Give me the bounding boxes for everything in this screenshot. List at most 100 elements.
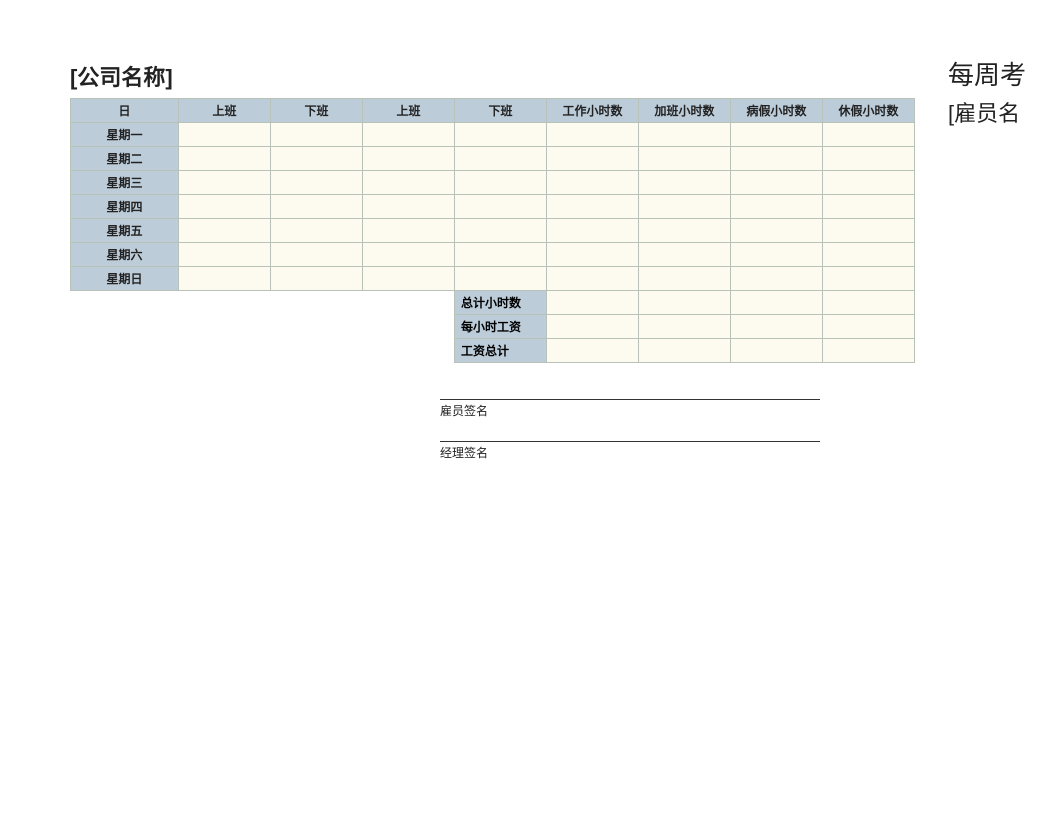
cell[interactable] xyxy=(823,243,915,267)
cell[interactable] xyxy=(271,195,363,219)
total-hours-cell[interactable] xyxy=(639,291,731,315)
hourly-wage-cell[interactable] xyxy=(731,315,823,339)
cell[interactable] xyxy=(639,195,731,219)
total-wage-cell[interactable] xyxy=(639,339,731,363)
day-label: 星期一 xyxy=(71,123,179,147)
cell[interactable] xyxy=(455,267,547,291)
cell[interactable] xyxy=(363,267,455,291)
cell[interactable] xyxy=(731,123,823,147)
total-wage-cell[interactable] xyxy=(731,339,823,363)
cell[interactable] xyxy=(547,219,639,243)
cell[interactable] xyxy=(639,267,731,291)
cell[interactable] xyxy=(179,171,271,195)
cell[interactable] xyxy=(363,171,455,195)
hourly-wage-cell[interactable] xyxy=(547,315,639,339)
cell[interactable] xyxy=(455,195,547,219)
cell[interactable] xyxy=(363,123,455,147)
cell[interactable] xyxy=(271,171,363,195)
hourly-wage-cell[interactable] xyxy=(823,315,915,339)
cell[interactable] xyxy=(179,123,271,147)
employee-name: [雇员名 xyxy=(948,96,1026,128)
cell[interactable] xyxy=(823,195,915,219)
cell[interactable] xyxy=(455,147,547,171)
table-row: 星期四 xyxy=(71,195,915,219)
col-overtime-hours: 加班小时数 xyxy=(639,99,731,123)
cell[interactable] xyxy=(731,147,823,171)
cell[interactable] xyxy=(455,171,547,195)
col-work-hours: 工作小时数 xyxy=(547,99,639,123)
total-hours-cell[interactable] xyxy=(823,291,915,315)
table-row: 星期日 xyxy=(71,267,915,291)
cell[interactable] xyxy=(731,219,823,243)
cell[interactable] xyxy=(823,171,915,195)
cell[interactable] xyxy=(271,219,363,243)
col-in1: 上班 xyxy=(179,99,271,123)
cell[interactable] xyxy=(639,171,731,195)
employee-signature-label: 雇员签名 xyxy=(440,402,915,419)
cell[interactable] xyxy=(179,219,271,243)
cell[interactable] xyxy=(731,243,823,267)
summary-row: 总计小时数 xyxy=(71,291,915,315)
col-day: 日 xyxy=(71,99,179,123)
manager-signature-line xyxy=(440,441,820,442)
day-label: 星期日 xyxy=(71,267,179,291)
cell[interactable] xyxy=(179,243,271,267)
col-out2: 下班 xyxy=(455,99,547,123)
cell[interactable] xyxy=(271,243,363,267)
timesheet-table: 日 上班 下班 上班 下班 工作小时数 加班小时数 病假小时数 休假小时数 星期… xyxy=(70,98,915,363)
cell[interactable] xyxy=(455,123,547,147)
cell[interactable] xyxy=(363,219,455,243)
table-header-row: 日 上班 下班 上班 下班 工作小时数 加班小时数 病假小时数 休假小时数 xyxy=(71,99,915,123)
cell[interactable] xyxy=(455,243,547,267)
cell[interactable] xyxy=(823,219,915,243)
day-label: 星期六 xyxy=(71,243,179,267)
table-row: 星期五 xyxy=(71,219,915,243)
total-hours-cell[interactable] xyxy=(547,291,639,315)
total-wage-cell[interactable] xyxy=(823,339,915,363)
day-label: 星期四 xyxy=(71,195,179,219)
col-out1: 下班 xyxy=(271,99,363,123)
cell[interactable] xyxy=(823,147,915,171)
cell[interactable] xyxy=(639,123,731,147)
cell[interactable] xyxy=(547,171,639,195)
cell[interactable] xyxy=(179,195,271,219)
company-name: [公司名称] xyxy=(70,60,173,92)
cell[interactable] xyxy=(271,147,363,171)
total-wage-label: 工资总计 xyxy=(455,339,547,363)
cell[interactable] xyxy=(179,267,271,291)
cell[interactable] xyxy=(731,195,823,219)
col-in2: 上班 xyxy=(363,99,455,123)
cell[interactable] xyxy=(547,267,639,291)
cell[interactable] xyxy=(639,147,731,171)
cell[interactable] xyxy=(547,147,639,171)
manager-signature-label: 经理签名 xyxy=(440,444,915,461)
cell[interactable] xyxy=(271,267,363,291)
employee-signature-line xyxy=(440,399,820,400)
cell[interactable] xyxy=(639,243,731,267)
cell[interactable] xyxy=(547,123,639,147)
cell[interactable] xyxy=(731,171,823,195)
col-vacation-hours: 休假小时数 xyxy=(823,99,915,123)
table-row: 星期六 xyxy=(71,243,915,267)
cell[interactable] xyxy=(271,123,363,147)
cell[interactable] xyxy=(639,219,731,243)
cell[interactable] xyxy=(731,267,823,291)
hourly-wage-cell[interactable] xyxy=(639,315,731,339)
cell[interactable] xyxy=(363,243,455,267)
total-hours-label: 总计小时数 xyxy=(455,291,547,315)
cell[interactable] xyxy=(547,195,639,219)
day-label: 星期三 xyxy=(71,171,179,195)
cell[interactable] xyxy=(547,243,639,267)
cell[interactable] xyxy=(363,147,455,171)
cell[interactable] xyxy=(363,195,455,219)
cell[interactable] xyxy=(823,123,915,147)
day-label: 星期五 xyxy=(71,219,179,243)
cell[interactable] xyxy=(455,219,547,243)
weekly-title: 每周考 xyxy=(948,55,1026,92)
table-row: 星期三 xyxy=(71,171,915,195)
summary-row: 每小时工资 xyxy=(71,315,915,339)
cell[interactable] xyxy=(823,267,915,291)
total-hours-cell[interactable] xyxy=(731,291,823,315)
total-wage-cell[interactable] xyxy=(547,339,639,363)
cell[interactable] xyxy=(179,147,271,171)
